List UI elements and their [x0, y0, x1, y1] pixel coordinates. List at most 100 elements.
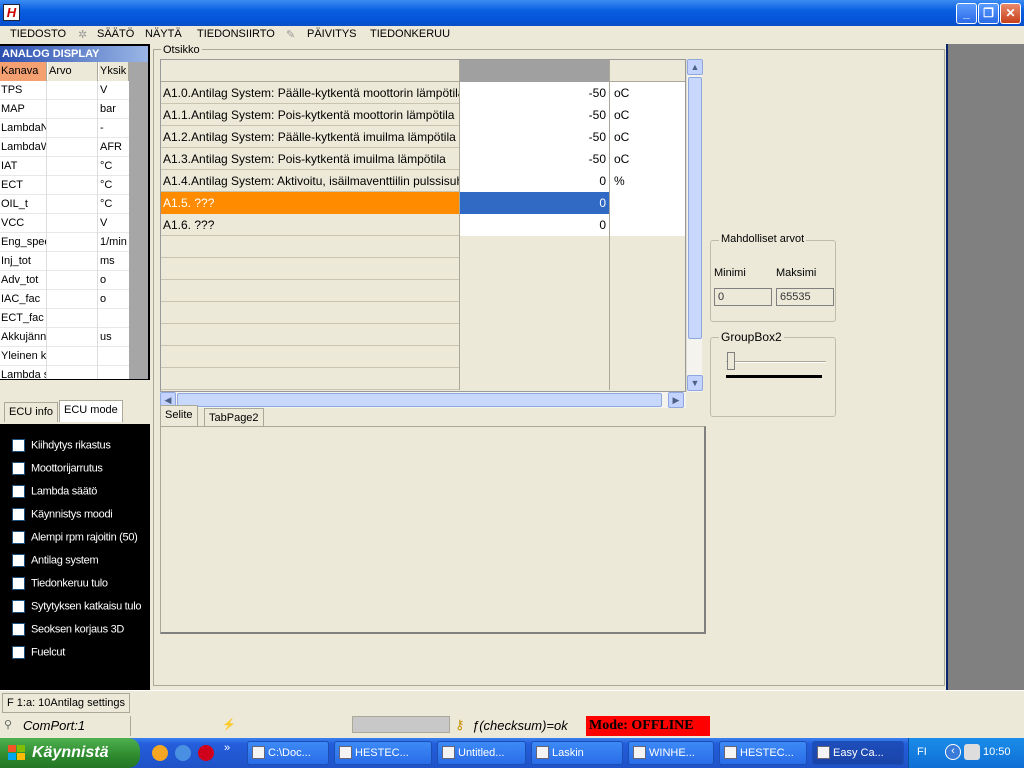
menu-paivitys[interactable]: PÄIVITYS	[307, 28, 357, 40]
analog-row[interactable]: OIL_t °C	[0, 195, 129, 214]
tray-app-icon[interactable]	[964, 744, 980, 760]
menu-tiedonkeruu[interactable]: TIEDONKERUU	[370, 28, 450, 40]
grid-cell-value[interactable]: 0	[460, 214, 610, 236]
checkbox-icon[interactable]	[12, 646, 25, 659]
min-value-field[interactable]: 0	[714, 288, 772, 306]
menu-saato[interactable]: SÄÄTÖ	[97, 28, 134, 40]
checkbox-icon[interactable]	[12, 485, 25, 498]
scroll-right-icon[interactable]: ▶	[668, 392, 684, 408]
quicklaunch-media-icon[interactable]	[198, 745, 214, 761]
vertical-scroll-thumb[interactable]	[688, 77, 702, 339]
analog-row[interactable]: ECT_fac	[0, 309, 129, 328]
analog-header-arvo[interactable]: Arvo	[48, 62, 98, 81]
grid-row[interactable]	[161, 324, 685, 346]
analog-row[interactable]: TPS V	[0, 81, 129, 100]
grid-header-desc[interactable]	[161, 60, 460, 82]
grid-cell-value[interactable]: 0	[460, 170, 610, 192]
grid-header-value[interactable]	[460, 60, 610, 82]
minimize-button[interactable]: _	[956, 3, 977, 24]
grid-cell-value[interactable]	[460, 324, 610, 346]
grid-header-unit[interactable]	[610, 60, 685, 82]
grid-cell-value[interactable]	[460, 236, 610, 258]
analog-header-kanava[interactable]: Kanava	[0, 62, 47, 81]
checkbox-icon[interactable]	[12, 462, 25, 475]
grid-cell-value[interactable]	[460, 280, 610, 302]
menu-tiedonsiirto[interactable]: TIEDONSIIRTO	[197, 28, 275, 40]
checkbox-icon[interactable]	[12, 508, 25, 521]
grid-cell-value[interactable]: 0	[460, 192, 610, 214]
taskbar-button[interactable]: Easy Ca...	[812, 741, 904, 765]
grid-cell-value[interactable]: -50	[460, 126, 610, 148]
ecu-mode-checkbox[interactable]: Käynnistys moodi	[12, 508, 113, 524]
tab-ecu-info[interactable]: ECU info	[4, 402, 59, 422]
quicklaunch-more-icon[interactable]: »	[224, 742, 230, 754]
ecu-mode-checkbox[interactable]: Alempi rpm rajoitin (50)	[12, 531, 138, 547]
taskbar-button[interactable]: Untitled...	[437, 741, 526, 765]
grid-cell-value[interactable]: -50	[460, 82, 610, 104]
checkbox-icon[interactable]	[12, 554, 25, 567]
grid-row[interactable]: A1.2.Antilag System: Päälle-kytkentä imu…	[161, 126, 685, 148]
checkbox-icon[interactable]	[12, 600, 25, 613]
grid-row[interactable]	[161, 258, 685, 280]
checkbox-icon[interactable]	[12, 531, 25, 544]
grid-row[interactable]: A1.6. ??? 0	[161, 214, 685, 236]
grid-row[interactable]: A1.4.Antilag System: Aktivoitu, isäilmav…	[161, 170, 685, 192]
analog-row[interactable]: VCC V	[0, 214, 129, 233]
analog-row[interactable]: Lambda s	[0, 366, 129, 379]
checkbox-icon[interactable]	[12, 577, 25, 590]
quicklaunch-desktop-icon[interactable]	[175, 745, 191, 761]
grid-row[interactable]: A1.0.Antilag System: Päälle-kytkentä moo…	[161, 82, 685, 104]
grid-cell-value[interactable]: -50	[460, 104, 610, 126]
taskbar-button[interactable]: HESTEC...	[334, 741, 432, 765]
grid-cell-value[interactable]	[460, 346, 610, 368]
taskbar-button[interactable]: C:\Doc...	[247, 741, 329, 765]
analog-row[interactable]: LambdaN -	[0, 119, 129, 138]
ecu-mode-checkbox[interactable]: Moottorijarrutus	[12, 462, 103, 478]
grid-cell-value[interactable]	[460, 368, 610, 390]
grid-cell-value[interactable]: -50	[460, 148, 610, 170]
ecu-mode-checkbox[interactable]: Lambda säätö	[12, 485, 97, 501]
analog-row[interactable]: Adv_tot o	[0, 271, 129, 290]
slider-thumb[interactable]	[727, 352, 735, 370]
language-indicator[interactable]: FI	[917, 746, 927, 758]
checkbox-icon[interactable]	[12, 623, 25, 636]
taskbar-button[interactable]: HESTEC...	[719, 741, 807, 765]
grid-row[interactable]: A1.1.Antilag System: Pois-kytkentä moott…	[161, 104, 685, 126]
grid-row[interactable]	[161, 368, 685, 390]
analog-scrollbar[interactable]	[129, 62, 148, 379]
grid-row[interactable]	[161, 346, 685, 368]
grid-row[interactable]	[161, 280, 685, 302]
grid-horizontal-scrollbar[interactable]: ◀ ▶	[160, 392, 686, 408]
analog-row[interactable]: IAT °C	[0, 157, 129, 176]
ecu-mode-checkbox[interactable]: Antilag system	[12, 554, 99, 570]
max-value-field[interactable]: 65535	[776, 288, 834, 306]
taskbar-button[interactable]: Laskin	[531, 741, 623, 765]
grid-row[interactable]	[161, 236, 685, 258]
scroll-down-icon[interactable]: ▼	[687, 375, 703, 391]
analog-row[interactable]: ECT °C	[0, 176, 129, 195]
menu-nayta[interactable]: NÄYTÄ	[145, 28, 182, 40]
analog-row[interactable]: Yleinen k	[0, 347, 129, 366]
analog-header-yksikko[interactable]: Yksik	[99, 62, 129, 81]
analog-row[interactable]: Akkujänni us	[0, 328, 129, 347]
analog-row[interactable]: MAP bar	[0, 100, 129, 119]
quicklaunch-browser-icon[interactable]	[152, 745, 168, 761]
ecu-mode-checkbox[interactable]: Kiihdytys rikastus	[12, 439, 111, 455]
tab-selite[interactable]: Selite	[160, 405, 198, 427]
analog-row[interactable]: Eng_spee 1/min	[0, 233, 129, 252]
horizontal-scroll-thumb[interactable]	[177, 393, 662, 407]
slider-track[interactable]	[726, 361, 826, 363]
grid-cell-value[interactable]	[460, 258, 610, 280]
ecu-mode-checkbox[interactable]: Tiedonkeruu tulo	[12, 577, 108, 593]
taskbar-button[interactable]: WINHE...	[628, 741, 714, 765]
tab-ecu-mode[interactable]: ECU mode	[59, 400, 123, 422]
ecu-mode-checkbox[interactable]: Seoksen korjaus 3D	[12, 623, 124, 639]
close-button[interactable]: ✕	[1000, 3, 1021, 24]
grid-row[interactable]: A1.3.Antilag System: Pois-kytkentä imuil…	[161, 148, 685, 170]
grid-row[interactable]: A1.5. ??? 0	[161, 192, 685, 214]
checkbox-icon[interactable]	[12, 439, 25, 452]
restore-button[interactable]: ❐	[978, 3, 999, 24]
scroll-up-icon[interactable]: ▲	[687, 59, 703, 75]
grid-vertical-scrollbar[interactable]: ▲ ▼	[686, 59, 703, 392]
grid-cell-value[interactable]	[460, 302, 610, 324]
